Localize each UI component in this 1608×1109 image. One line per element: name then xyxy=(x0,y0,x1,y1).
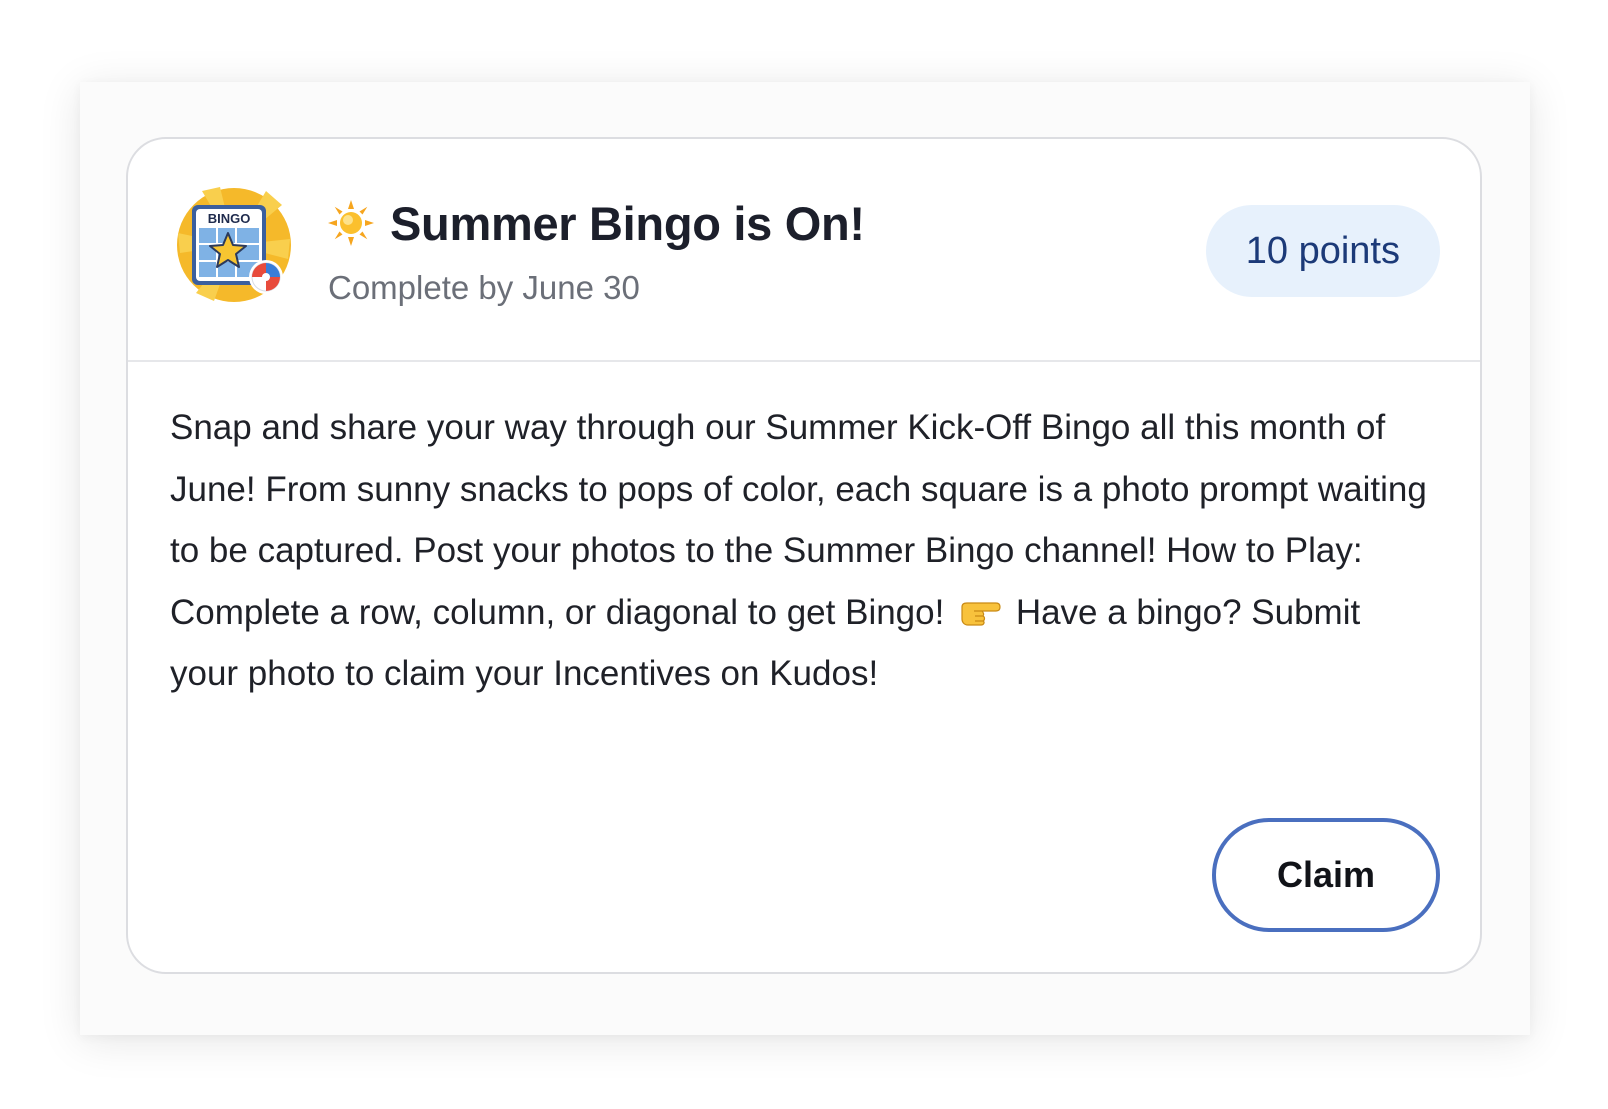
due-date: Complete by June 30 xyxy=(328,269,640,306)
claim-button[interactable]: Claim xyxy=(1212,818,1440,932)
points-badge: 10 points xyxy=(1205,205,1440,297)
sun-icon xyxy=(328,200,374,246)
challenge-description: Snap and share your way through our Summ… xyxy=(170,397,1430,705)
pointing-hand-icon xyxy=(961,601,1001,626)
title-row: Summer Bingo is On! xyxy=(326,195,865,251)
card-header: BINGO Summer Bingo is On! Complete by Ju… xyxy=(128,139,1480,362)
bingo-badge-icon: BINGO xyxy=(173,184,295,306)
challenge-card: BINGO Summer Bingo is On! Complete by Ju… xyxy=(126,137,1482,974)
page-frame: BINGO Summer Bingo is On! Complete by Ju… xyxy=(80,82,1530,1035)
badge-label: BINGO xyxy=(208,211,251,226)
challenge-title: Summer Bingo is On! xyxy=(390,196,865,250)
